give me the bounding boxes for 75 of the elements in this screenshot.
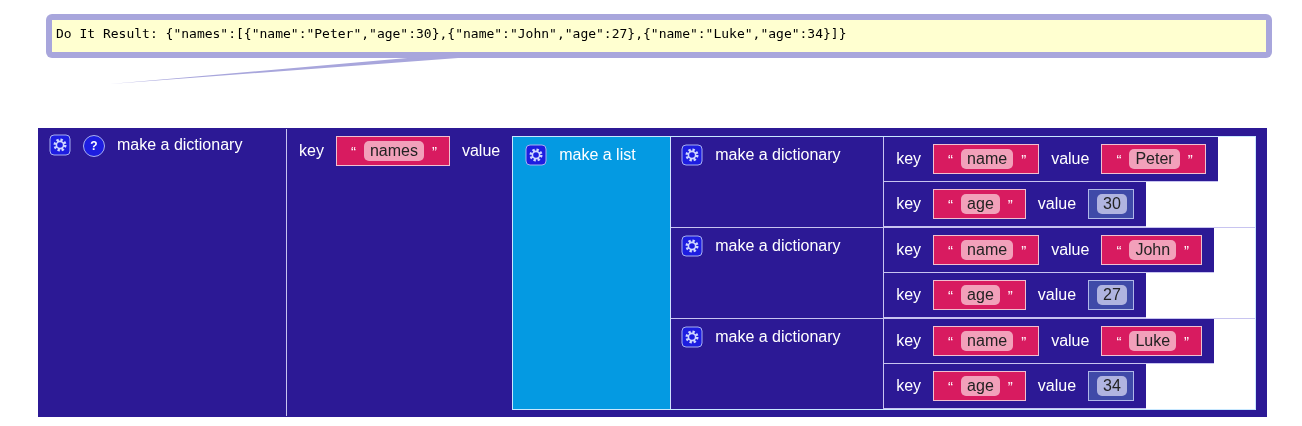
value-label: value <box>1037 285 1077 305</box>
gear-icon[interactable] <box>49 134 71 156</box>
text-value[interactable]: age <box>961 285 1000 305</box>
open-quote: “ <box>948 377 954 395</box>
key-label: key <box>896 240 922 260</box>
value-label: value <box>1051 149 1090 169</box>
close-quote: ” <box>1184 332 1190 350</box>
key-label: key <box>896 149 922 169</box>
number-block[interactable]: 27 <box>1088 280 1134 310</box>
block-label: make a list <box>559 145 636 165</box>
text-value[interactable]: names <box>363 141 424 161</box>
number-value[interactable]: 34 <box>1097 376 1127 396</box>
gear-icon[interactable] <box>681 326 704 348</box>
close-quote: ” <box>1021 150 1027 168</box>
text-value[interactable]: age <box>961 376 1000 396</box>
key-label: key <box>896 331 922 351</box>
number-value[interactable]: 30 <box>1097 194 1127 214</box>
gear-icon[interactable] <box>525 144 548 166</box>
text-block[interactable]: “ Peter ” <box>1101 144 1206 174</box>
text-value[interactable]: name <box>961 240 1014 260</box>
gear-icon[interactable] <box>681 144 704 166</box>
open-quote: “ <box>948 332 954 350</box>
text-block[interactable]: “ name ” <box>933 144 1040 174</box>
key-label: key <box>299 141 324 161</box>
close-quote: ” <box>1184 241 1190 259</box>
close-quote: ” <box>1007 286 1013 304</box>
open-quote: “ <box>948 195 954 213</box>
key-label: key <box>896 194 922 214</box>
text-block[interactable]: “ age ” <box>933 371 1026 401</box>
open-quote: “ <box>1116 150 1122 168</box>
result-text: Do It Result: {"names":[{"name":"Peter","age":30},{"name":"John","age":27},{"name":"Luke","age":34}]} <box>52 20 1266 52</box>
value-label: value <box>1051 240 1090 260</box>
close-quote: ” <box>1021 241 1027 259</box>
text-value[interactable]: John <box>1129 240 1177 260</box>
close-quote: ” <box>1007 195 1013 213</box>
key-label: key <box>896 376 922 396</box>
text-value[interactable]: Peter <box>1129 149 1180 169</box>
key-label: key <box>896 285 922 305</box>
dictionary-block[interactable] <box>38 128 1268 417</box>
text-block[interactable]: “ name ” <box>933 235 1040 265</box>
help-button[interactable]: ? <box>83 135 105 157</box>
close-quote: ” <box>1187 150 1193 168</box>
value-label: value <box>1037 194 1077 214</box>
text-value[interactable]: name <box>961 149 1014 169</box>
open-quote: “ <box>1116 241 1122 259</box>
value-label: value <box>461 141 501 161</box>
value-label: value <box>1037 376 1077 396</box>
text-block[interactable]: “ age ” <box>933 189 1026 219</box>
text-block[interactable]: “ name ” <box>933 326 1040 356</box>
open-quote: “ <box>350 142 356 160</box>
number-value[interactable]: 27 <box>1097 285 1127 305</box>
close-quote: ” <box>1021 332 1027 350</box>
block-label: make a dictionary <box>715 327 841 347</box>
number-block[interactable]: 30 <box>1088 189 1134 219</box>
dictionary-block[interactable]: make a dictionary key “ name ” value “ Luke ” key “ age ” value 34 <box>671 319 1256 409</box>
list-block[interactable] <box>512 136 1257 410</box>
number-block[interactable]: 34 <box>1088 371 1134 401</box>
text-block[interactable]: “ names ” <box>335 136 450 166</box>
open-quote: “ <box>1116 332 1122 350</box>
open-quote: “ <box>948 150 954 168</box>
text-value[interactable]: name <box>961 331 1014 351</box>
text-value[interactable]: age <box>961 194 1000 214</box>
text-block[interactable]: “ age ” <box>933 280 1026 310</box>
block-label: make a dictionary <box>715 145 841 165</box>
text-block[interactable]: “ Luke ” <box>1101 326 1203 356</box>
text-block[interactable]: “ John ” <box>1101 235 1203 265</box>
open-quote: “ <box>948 286 954 304</box>
value-label: value <box>1051 331 1090 351</box>
gear-icon[interactable] <box>681 235 704 257</box>
close-quote: ” <box>1007 377 1013 395</box>
open-quote: “ <box>948 241 954 259</box>
close-quote: ” <box>431 142 437 160</box>
block-label: make a dictionary <box>117 135 243 155</box>
text-value[interactable]: Luke <box>1129 331 1177 351</box>
block-label: make a dictionary <box>715 236 841 256</box>
